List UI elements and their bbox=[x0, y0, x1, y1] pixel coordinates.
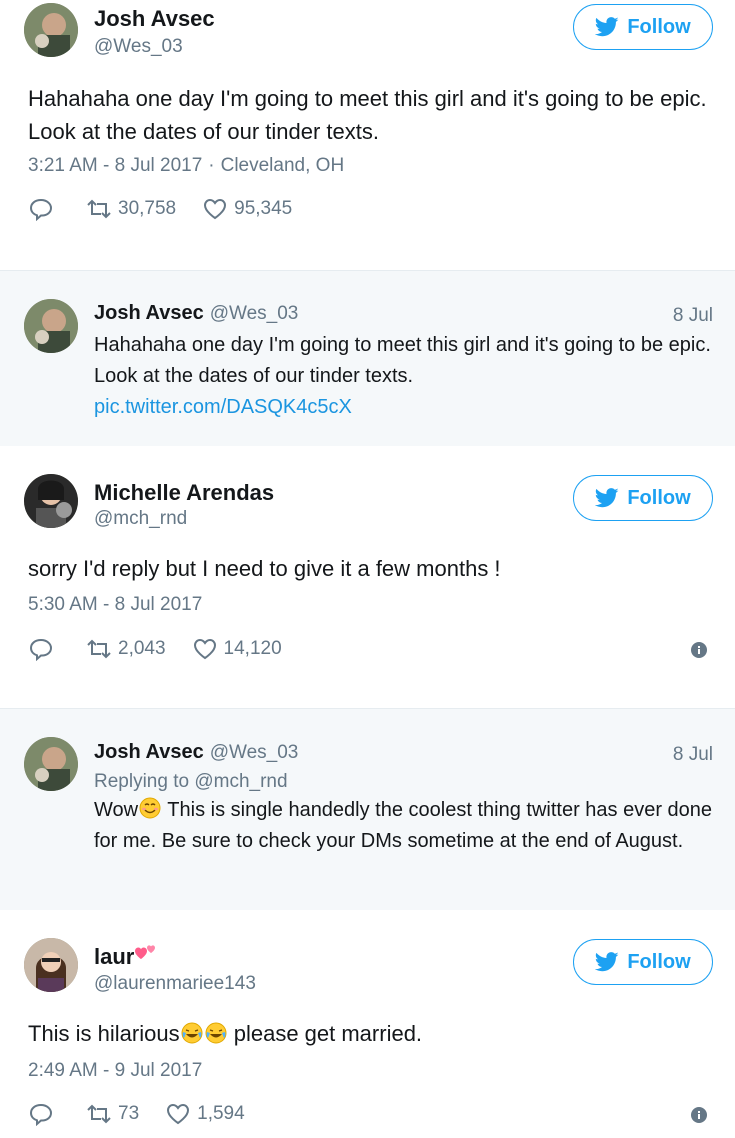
display-name[interactable]: Josh Avsec bbox=[94, 6, 215, 32]
tweet-card: laur @laurenmariee143 Follow This is hil… bbox=[0, 910, 735, 1138]
mention-link[interactable]: @mch_rnd bbox=[194, 771, 287, 792]
user-handle[interactable]: @Wes_03 bbox=[210, 303, 299, 324]
retweet-icon bbox=[87, 199, 111, 219]
tweet-text-rest: This is single handedly the coolest thin… bbox=[94, 799, 713, 852]
retweet-button[interactable]: 30,758 bbox=[86, 197, 176, 221]
avatar[interactable] bbox=[24, 3, 78, 57]
tweet-text-start: This is hilarious bbox=[28, 1021, 180, 1046]
info-icon[interactable] bbox=[691, 1107, 707, 1123]
tweet-card: Josh Avsec @Wes_03 Follow Hahahaha one d… bbox=[0, 0, 735, 270]
tweet-text-start: Wow bbox=[94, 799, 139, 821]
tweet-date[interactable]: 8 Jul bbox=[673, 744, 713, 766]
like-button[interactable]: 14,120 bbox=[192, 637, 282, 661]
follow-label: Follow bbox=[627, 950, 691, 973]
tweet-text: This is hilarious please get married. bbox=[28, 1017, 718, 1050]
retweet-button[interactable]: 73 bbox=[86, 1102, 139, 1126]
avatar[interactable] bbox=[24, 474, 78, 528]
retweet-count: 30,758 bbox=[118, 198, 177, 219]
tweet-text-body: Hahahaha one day I'm going to meet this … bbox=[94, 334, 711, 387]
tweet-card: Michelle Arendas @mch_rnd Follow sorry I… bbox=[0, 446, 735, 684]
display-name[interactable]: Michelle Arendas bbox=[94, 480, 274, 506]
heart-emoji-icon bbox=[135, 945, 156, 959]
retweet-count: 73 bbox=[118, 1103, 140, 1124]
embedded-tweet[interactable]: Josh Avsec @Wes_03 8 Jul Hahahaha one day… bbox=[0, 270, 735, 448]
embedded-tweet[interactable]: Josh Avsec @Wes_03 8 Jul Replying to @mch… bbox=[0, 708, 735, 912]
tweet-meta: 3:21 AM - 8 Jul 2017 · Cleveland, OH bbox=[28, 155, 345, 176]
like-button[interactable]: 95,345 bbox=[202, 197, 292, 221]
tweet-text: sorry I'd reply but I need to give it a … bbox=[28, 556, 501, 581]
like-icon bbox=[167, 1103, 190, 1125]
tweet-actions: 2,043 14,120 bbox=[28, 634, 308, 664]
retweet-icon bbox=[87, 1104, 111, 1124]
retweet-count: 2,043 bbox=[118, 638, 166, 659]
replying-to-label: Replying to bbox=[94, 771, 190, 792]
retweet-icon bbox=[87, 639, 111, 659]
follow-label: Follow bbox=[627, 15, 691, 38]
crying-laughing-face-icon bbox=[205, 1022, 227, 1044]
like-icon bbox=[204, 198, 227, 220]
replying-to: Replying to @mch_rnd bbox=[94, 771, 288, 793]
reply-icon bbox=[29, 638, 53, 661]
user-handle[interactable]: @Wes_03 bbox=[94, 36, 183, 58]
display-name[interactable]: Josh Avsec bbox=[94, 741, 204, 763]
tweet-text: Hahahaha one day I'm going to meet this … bbox=[94, 330, 714, 423]
tweet-text: Wow This is single handedly the coolest … bbox=[94, 795, 719, 857]
tweet-meta: 5:30 AM - 8 Jul 2017 bbox=[28, 594, 202, 616]
user-handle[interactable]: @mch_rnd bbox=[94, 508, 187, 530]
reply-button[interactable] bbox=[28, 1102, 60, 1126]
tweet-date[interactable]: 8 Jul bbox=[673, 305, 713, 327]
like-count: 1,594 bbox=[197, 1103, 245, 1124]
tweet-location[interactable]: Cleveland, OH bbox=[221, 155, 345, 176]
info-icon[interactable] bbox=[691, 642, 707, 658]
embedded-tweet-header: Josh Avsec @Wes_03 bbox=[94, 741, 298, 764]
avatar[interactable] bbox=[24, 737, 78, 791]
like-icon bbox=[193, 638, 216, 660]
tweet-text-end: please get married. bbox=[227, 1021, 423, 1046]
tweet-timestamp[interactable]: 2:49 AM - 9 Jul 2017 bbox=[28, 1060, 202, 1081]
reply-icon bbox=[29, 198, 53, 221]
smiling-face-icon bbox=[139, 797, 161, 819]
display-name[interactable]: laur bbox=[94, 942, 158, 970]
tweet-actions: 73 1,594 bbox=[28, 1099, 271, 1129]
display-name[interactable]: Josh Avsec bbox=[94, 302, 204, 324]
twitter-bird-icon bbox=[595, 488, 619, 508]
reply-icon bbox=[29, 1103, 53, 1126]
follow-button[interactable]: Follow bbox=[573, 4, 713, 50]
avatar[interactable] bbox=[24, 938, 78, 992]
avatar[interactable] bbox=[24, 299, 78, 353]
embedded-tweet-header: Josh Avsec @Wes_03 bbox=[94, 302, 298, 325]
follow-button[interactable]: Follow bbox=[573, 475, 713, 521]
user-handle[interactable]: @laurenmariee143 bbox=[94, 973, 256, 995]
twitter-bird-icon bbox=[595, 17, 619, 37]
follow-button[interactable]: Follow bbox=[573, 939, 713, 985]
tweet-timestamp[interactable]: 5:30 AM - 8 Jul 2017 bbox=[28, 594, 202, 615]
like-count: 95,345 bbox=[234, 198, 293, 219]
retweet-button[interactable]: 2,043 bbox=[86, 637, 166, 661]
reply-button[interactable] bbox=[28, 197, 60, 221]
tweet-text: Hahahaha one day I'm going to meet this … bbox=[28, 86, 707, 144]
tweet-meta: 2:49 AM - 9 Jul 2017 bbox=[28, 1060, 202, 1082]
twitter-bird-icon bbox=[595, 952, 619, 972]
display-name-text: laur bbox=[94, 944, 135, 969]
media-link[interactable]: pic.twitter.com/DASQK4c5cX bbox=[94, 396, 352, 418]
reply-button[interactable] bbox=[28, 637, 60, 661]
follow-label: Follow bbox=[627, 486, 691, 509]
tweet-actions: 30,758 95,345 bbox=[28, 194, 318, 224]
like-button[interactable]: 1,594 bbox=[165, 1102, 245, 1126]
like-count: 14,120 bbox=[223, 638, 282, 659]
tweet-timestamp[interactable]: 3:21 AM - 8 Jul 2017 bbox=[28, 155, 202, 176]
user-handle[interactable]: @Wes_03 bbox=[210, 742, 299, 763]
crying-laughing-face-icon bbox=[181, 1022, 203, 1044]
